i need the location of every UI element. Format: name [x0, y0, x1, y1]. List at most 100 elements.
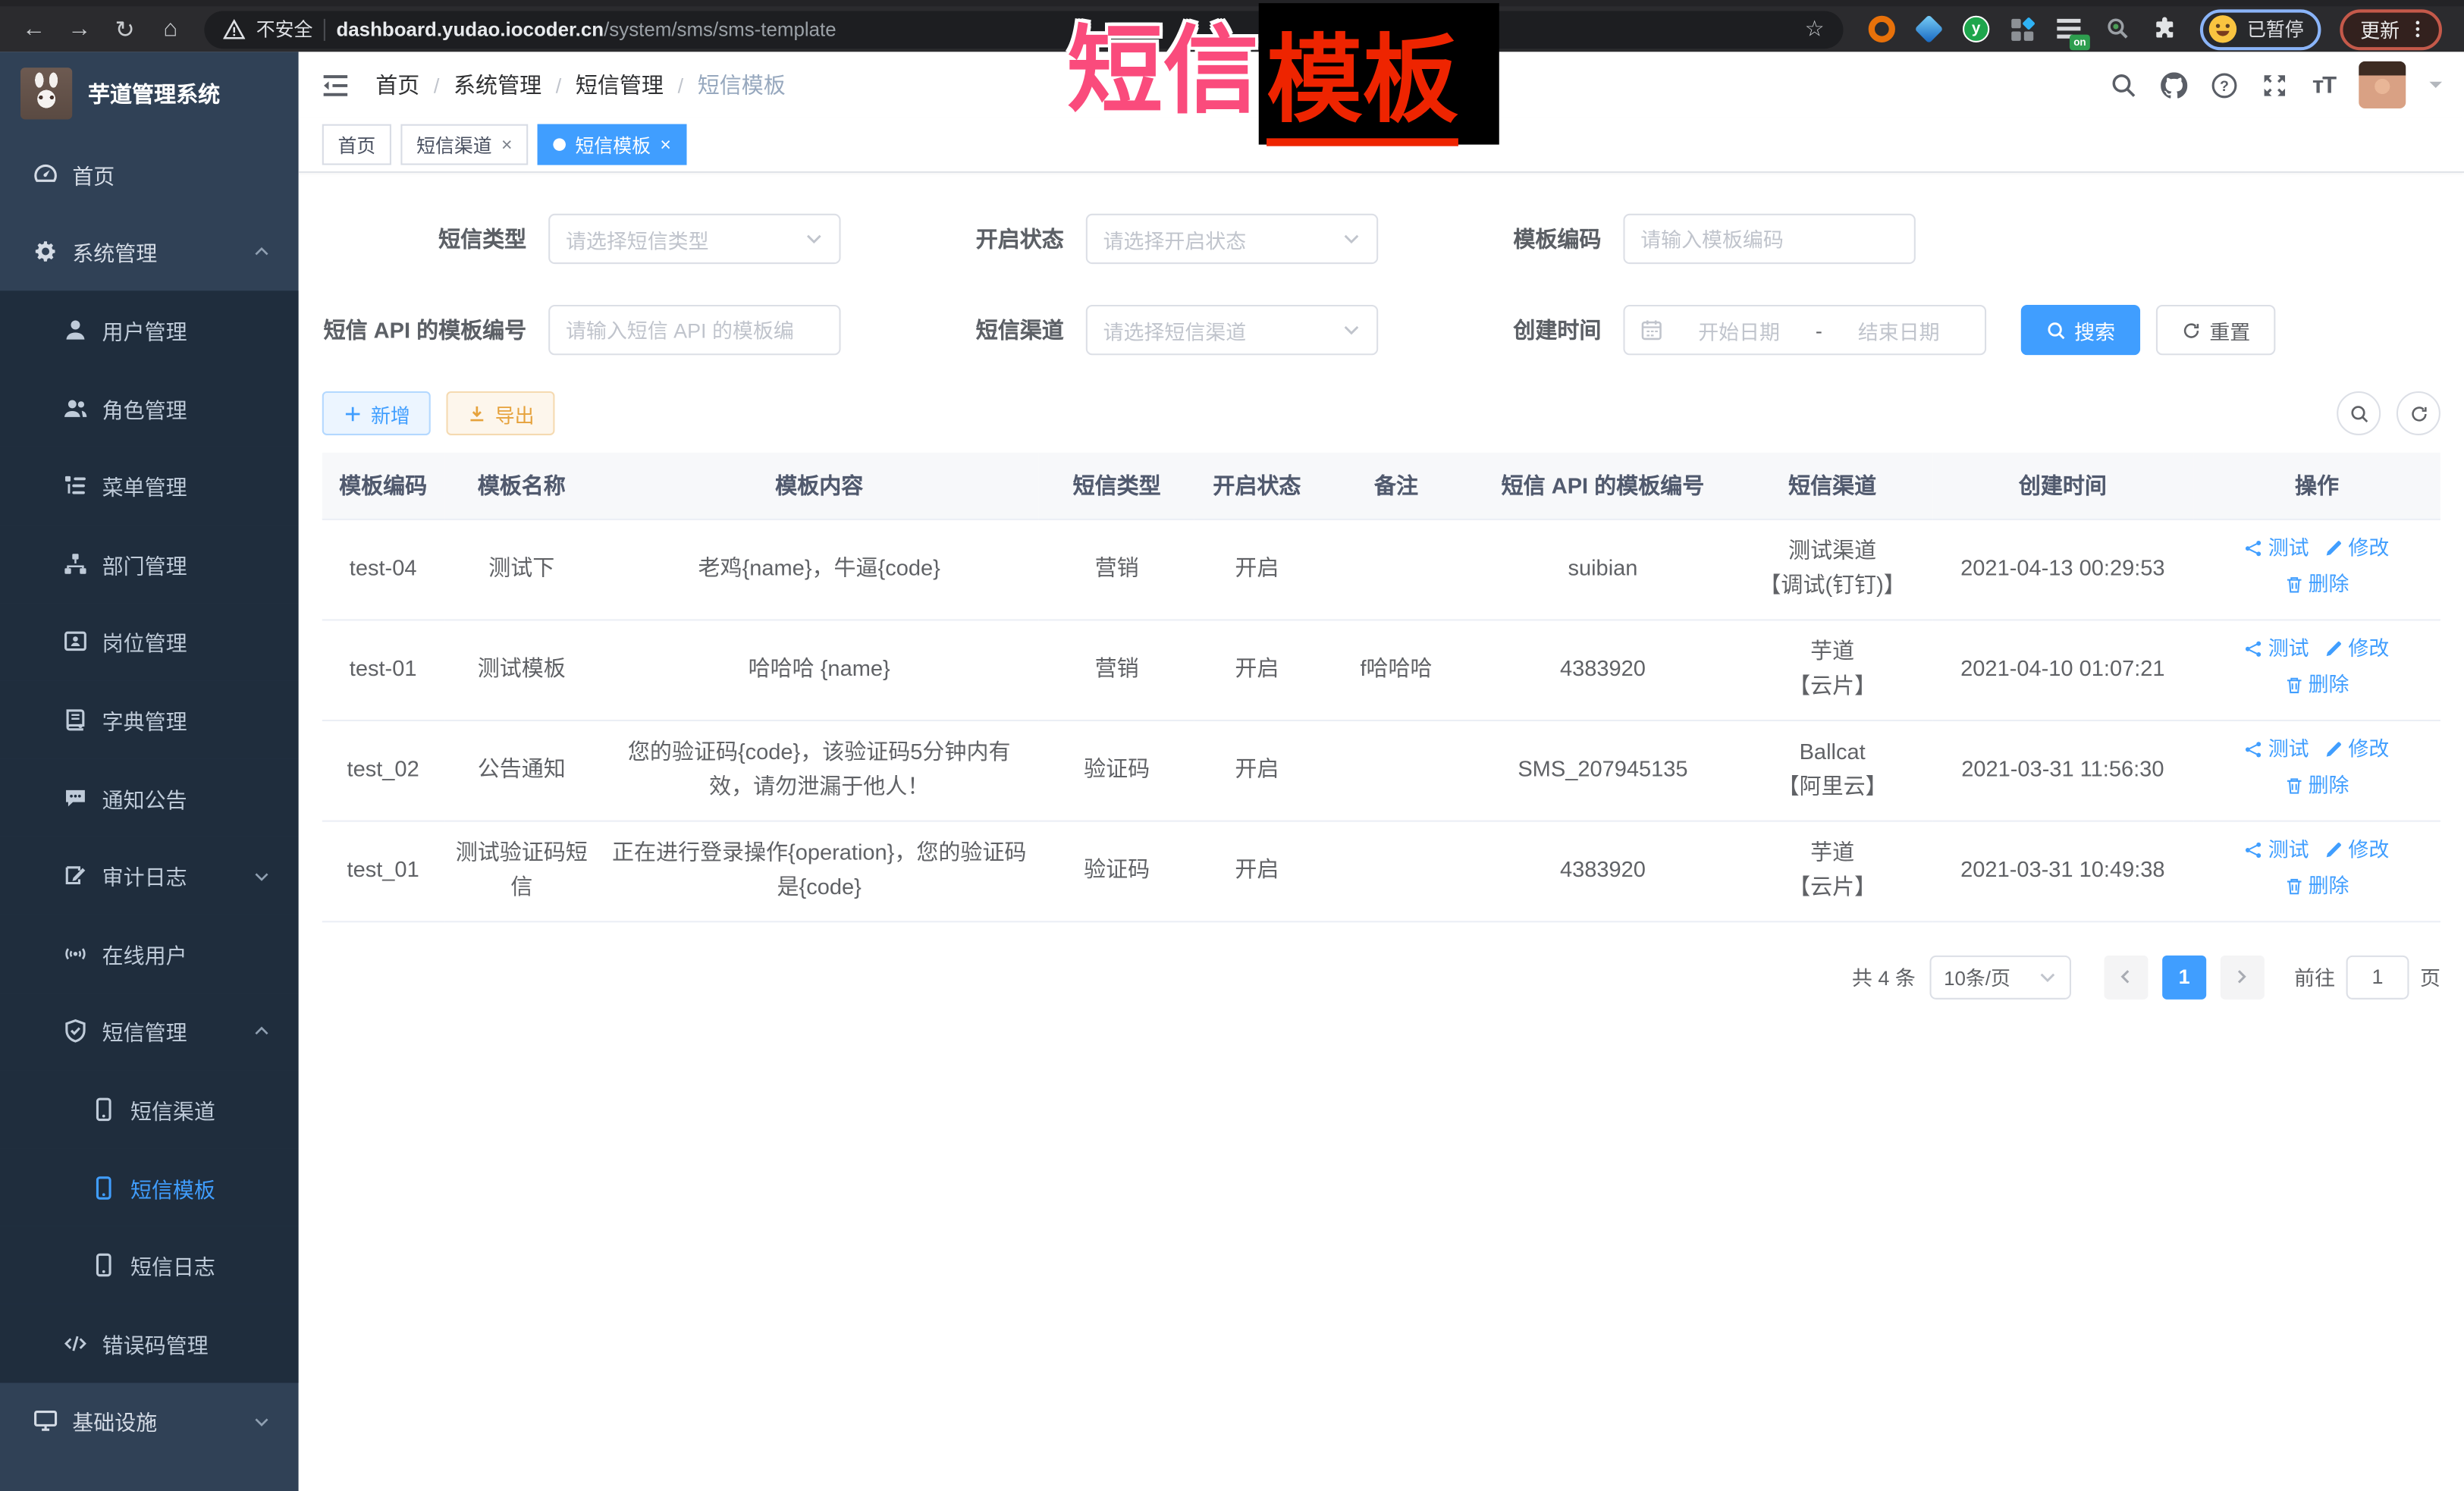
edit-link[interactable]: 修改 — [2324, 533, 2389, 565]
user-avatar[interactable] — [2359, 61, 2406, 108]
breadcrumb-item[interactable]: 系统管理 — [454, 69, 541, 100]
puzzle-extensions-icon[interactable] — [2152, 16, 2178, 42]
page-size-select[interactable]: 10条/页 — [1929, 955, 2070, 999]
cell-api-template-id: suibian — [1473, 519, 1732, 620]
audit-log-icon — [63, 863, 88, 888]
github-icon[interactable] — [2161, 71, 2188, 98]
sidebar-item[interactable]: 部门管理 — [0, 525, 299, 603]
sms-type-select[interactable]: 请选择短信类型 — [548, 214, 840, 264]
reset-button[interactable]: 重置 — [2156, 305, 2276, 355]
help-icon[interactable]: ? — [2211, 71, 2238, 98]
page-tab[interactable]: 首页 — [322, 124, 391, 165]
browser-home-icon[interactable]: ⌂ — [149, 8, 192, 50]
sms-channel-select[interactable]: 请选择短信渠道 — [1086, 305, 1378, 355]
list-on-extension-icon[interactable]: on — [2057, 16, 2083, 42]
overlay-title-part2: 模板 — [1267, 27, 1458, 146]
delete-trash-icon — [2284, 676, 2303, 695]
browser-forward-icon[interactable]: → — [58, 8, 101, 50]
sidebar-item[interactable]: 短信渠道 — [0, 1070, 299, 1148]
url-divider — [324, 18, 325, 40]
app-logo[interactable]: 芋道管理系统 — [0, 52, 299, 135]
prev-page-button[interactable] — [2104, 955, 2148, 999]
template-code-input[interactable] — [1640, 227, 1898, 250]
test-link[interactable]: 测试 — [2245, 533, 2309, 565]
edit-link[interactable]: 修改 — [2324, 734, 2389, 766]
close-icon[interactable]: × — [501, 135, 513, 154]
page-number-button[interactable]: 1 — [2162, 955, 2206, 999]
browser-back-icon[interactable]: ← — [13, 8, 55, 50]
breadcrumb-item[interactable]: 短信管理 — [576, 69, 664, 100]
sidebar-item[interactable]: 系统管理 — [0, 213, 299, 291]
sidebar-item[interactable]: 用户管理 — [0, 291, 299, 369]
sidebar-item[interactable]: 字典管理 — [0, 681, 299, 759]
action-label: 删除 — [2309, 770, 2349, 802]
orange-circle-extension-icon[interactable] — [1869, 16, 1895, 42]
close-icon[interactable]: × — [660, 135, 671, 154]
status-select[interactable]: 请选择开启状态 — [1086, 214, 1378, 264]
font-size-icon[interactable]: тT — [2312, 71, 2335, 98]
add-label: 新增 — [371, 398, 410, 428]
page-tab[interactable]: 短信渠道 × — [400, 124, 528, 165]
search-button[interactable]: 搜索 — [2021, 305, 2141, 355]
action-label: 删除 — [2309, 670, 2349, 702]
sidebar-item[interactable]: 错误码管理 — [0, 1304, 299, 1383]
table-row: test_02公告通知您的验证码{code}，该验证码5分钟内有效，请勿泄漏于他… — [322, 720, 2440, 821]
goto-page-input[interactable] — [2346, 955, 2409, 999]
test-link[interactable]: 测试 — [2245, 634, 2309, 666]
sidebar-item[interactable]: 角色管理 — [0, 369, 299, 447]
tab-label: 短信模板 — [575, 131, 650, 158]
add-button[interactable]: 新增 — [322, 391, 431, 435]
edit-link[interactable]: 修改 — [2324, 634, 2389, 666]
delete-link[interactable]: 删除 — [2284, 871, 2349, 902]
sidebar-item[interactable]: 菜单管理 — [0, 447, 299, 525]
toggle-search-icon[interactable] — [2337, 391, 2381, 435]
sidebar-item[interactable]: 首页 — [0, 135, 299, 213]
delete-link[interactable]: 删除 — [2284, 670, 2349, 702]
cell-created-at: 2021-03-31 10:49:38 — [1932, 821, 2193, 921]
breadcrumb-item[interactable]: 首页 — [375, 69, 419, 100]
sidebar-item[interactable]: 短信模板 — [0, 1148, 299, 1226]
chevron-down-icon[interactable] — [2429, 82, 2442, 95]
search-icon[interactable] — [2111, 71, 2138, 98]
blue-gem-extension-icon[interactable] — [1916, 16, 1942, 42]
green-y-extension-icon[interactable]: y — [1963, 16, 1989, 42]
action-label: 修改 — [2348, 734, 2389, 766]
sidebar-item[interactable]: 审计日志 — [0, 837, 299, 915]
sidebar-item[interactable]: 在线用户 — [0, 915, 299, 993]
browser-reload-icon[interactable]: ↻ — [104, 8, 146, 50]
sidebar-item[interactable]: 短信管理 — [0, 993, 299, 1071]
breadcrumb-separator: / — [556, 73, 562, 96]
api-template-id-input[interactable] — [566, 319, 824, 342]
page-tab[interactable]: 短信模板 × — [538, 124, 687, 165]
cell-channel: 芋道【云片】 — [1733, 619, 1932, 720]
delete-link[interactable]: 删除 — [2284, 569, 2349, 601]
edit-link[interactable]: 修改 — [2324, 835, 2389, 867]
fullscreen-icon[interactable] — [2262, 71, 2289, 98]
column-header: 模板编码 — [322, 453, 444, 519]
export-button[interactable]: 导出 — [447, 391, 555, 435]
sidebar-item[interactable]: 通知公告 — [0, 758, 299, 837]
refresh-icon[interactable] — [2397, 391, 2440, 435]
grid-extension-icon[interactable] — [2010, 16, 2036, 42]
sidebar-item[interactable]: 岗位管理 — [0, 603, 299, 681]
online-users-icon — [63, 941, 88, 966]
magnifier-extension-icon[interactable] — [2105, 16, 2131, 42]
test-link[interactable]: 测试 — [2245, 835, 2309, 867]
sidebar-collapse-icon[interactable] — [321, 70, 350, 99]
delete-link[interactable]: 删除 — [2284, 770, 2349, 802]
logo-avatar — [20, 67, 72, 119]
select-placeholder: 请选择短信类型 — [566, 224, 709, 253]
extension-icons: y on — [1869, 16, 2178, 42]
table-row: test-04测试下老鸡{name}，牛逼{code}营销开启suibian测试… — [322, 519, 2440, 620]
profile-paused-badge[interactable]: 已暂停 — [2200, 8, 2321, 49]
browser-update-button[interactable]: 更新 — [2340, 8, 2442, 49]
bookmark-star-icon[interactable]: ☆ — [1805, 16, 1825, 42]
tab-label: 短信渠道 — [416, 131, 491, 158]
create-time-range-picker[interactable]: 开始日期 - 结束日期 — [1623, 305, 1986, 355]
sidebar-item[interactable]: 基础设施 — [0, 1382, 299, 1460]
next-page-button[interactable] — [2221, 955, 2265, 999]
sidebar-item[interactable]: 短信日志 — [0, 1226, 299, 1304]
test-link[interactable]: 测试 — [2245, 734, 2309, 766]
cell-remark: f哈哈哈 — [1320, 619, 1473, 720]
address-bar[interactable]: 不安全 dashboard.yudao.iocoder.cn /system/s… — [204, 10, 1843, 48]
